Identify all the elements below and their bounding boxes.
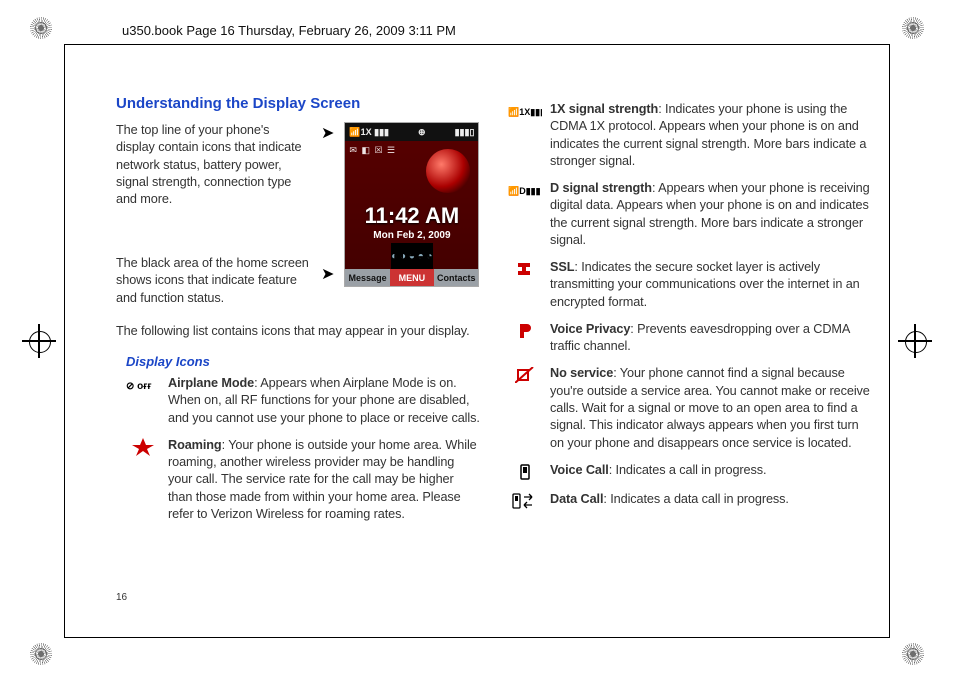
ssl-icon bbox=[508, 260, 542, 278]
entry-noservice: No service: Your phone cannot find a sig… bbox=[508, 365, 872, 451]
column-left: Understanding the Display Screen The top… bbox=[116, 95, 480, 533]
roaming-icon bbox=[126, 438, 160, 456]
intro-3: The following list contains icons that m… bbox=[116, 323, 480, 340]
entry-text: No service: Your phone cannot find a sig… bbox=[550, 365, 872, 451]
entry-text: SSL: Indicates the secure socket layer i… bbox=[550, 259, 872, 311]
entry-1x: 📶1X▮▮▮ 1X signal strength: Indicates you… bbox=[508, 101, 872, 170]
intro-1: The top line of your phone's display con… bbox=[116, 122, 311, 208]
phone-feature-bar: ◐ ◑ ◒ ◓ ◔ bbox=[391, 243, 432, 269]
page-number: 16 bbox=[116, 592, 127, 603]
phone-time: 11:42 AM bbox=[365, 203, 460, 229]
entry-text: Voice Call: Indicates a call in progress… bbox=[550, 462, 872, 479]
arrow-icon: ➤ bbox=[321, 126, 334, 142]
no-service-icon bbox=[508, 366, 542, 384]
book-header: u350.book Page 16 Thursday, February 26,… bbox=[122, 23, 456, 38]
intro-2: The black area of the home screen shows … bbox=[116, 255, 311, 307]
entry-text: Data Call: Indicates a data call in prog… bbox=[550, 491, 872, 508]
section-title: Understanding the Display Screen bbox=[116, 95, 480, 112]
phone-date: Mon Feb 2, 2009 bbox=[373, 230, 450, 241]
phone-status-bar: 📶1X ▮▮▮ ⊕ ▮▮▮▯ bbox=[345, 123, 478, 141]
entry-vp: Voice Privacy: Prevents eavesdropping ov… bbox=[508, 321, 872, 356]
entry-text: 1X signal strength: Indicates your phone… bbox=[550, 101, 872, 170]
signal-1x-icon: 📶1X▮▮▮ bbox=[508, 102, 542, 120]
rule-right bbox=[889, 44, 890, 638]
cross-right bbox=[898, 324, 932, 358]
voice-privacy-icon bbox=[508, 322, 542, 340]
entry-text: Airplane Mode: Appears when Airplane Mod… bbox=[168, 375, 480, 427]
status-right: ▮▮▮▯ bbox=[455, 127, 475, 138]
phone-home: ✉ ◧ ☒ ☰ 11:42 AM Mon Feb 2, 2009 ◐ ◑ ◒ ◓… bbox=[345, 141, 478, 269]
phone-notif-icons: ✉ ◧ ☒ ☰ bbox=[349, 145, 396, 156]
page: u350.book Page 16 Thursday, February 26,… bbox=[0, 0, 954, 682]
entry-airplane: ⊘ oғғ Airplane Mode: Appears when Airpla… bbox=[126, 375, 480, 427]
svg-text:📶D▮▮▮: 📶D▮▮▮ bbox=[508, 185, 541, 196]
entry-text: Roaming: Your phone is outside your home… bbox=[168, 437, 480, 523]
ornament-bl bbox=[30, 643, 52, 665]
rule-bottom bbox=[64, 637, 890, 638]
entry-datacall: Data Call: Indicates a data call in prog… bbox=[508, 491, 872, 510]
status-left: 📶1X ▮▮▮ bbox=[349, 127, 389, 138]
airplane-mode-icon: ⊘ oғғ bbox=[126, 376, 160, 394]
phone-softkeys: Message MENU Contacts bbox=[345, 269, 478, 286]
ornament-tl bbox=[30, 17, 52, 39]
wallpaper-orb bbox=[426, 149, 470, 193]
subheading: Display Icons bbox=[126, 354, 480, 369]
entry-ssl: SSL: Indicates the secure socket layer i… bbox=[508, 259, 872, 311]
voice-call-icon bbox=[508, 463, 542, 481]
svg-text:⊘ oғғ: ⊘ oғғ bbox=[126, 381, 152, 392]
softkey-menu: MENU bbox=[390, 269, 434, 286]
ornament-br bbox=[902, 643, 924, 665]
cross-left bbox=[22, 324, 56, 358]
content: Understanding the Display Screen The top… bbox=[116, 95, 872, 533]
entry-text: Voice Privacy: Prevents eavesdropping ov… bbox=[550, 321, 872, 356]
rule-top bbox=[64, 44, 890, 45]
ornament-tr bbox=[902, 17, 924, 39]
arrow-icon: ➤ bbox=[321, 267, 334, 283]
data-call-icon bbox=[508, 492, 542, 510]
phone-mock: 📶1X ▮▮▮ ⊕ ▮▮▮▯ ✉ ◧ ☒ ☰ 11:42 AM Mon Feb … bbox=[344, 122, 479, 287]
signal-d-icon: 📶D▮▮▮ bbox=[508, 181, 542, 199]
softkey-right: Contacts bbox=[434, 269, 478, 286]
entry-roaming: Roaming: Your phone is outside your home… bbox=[126, 437, 480, 523]
entry-voicecall: Voice Call: Indicates a call in progress… bbox=[508, 462, 872, 481]
entry-d: 📶D▮▮▮ D signal strength: Appears when yo… bbox=[508, 180, 872, 249]
rule-left bbox=[64, 44, 65, 638]
softkey-left: Message bbox=[345, 269, 389, 286]
entry-text: D signal strength: Appears when your pho… bbox=[550, 180, 872, 249]
status-mid: ⊕ bbox=[418, 127, 426, 138]
svg-text:📶1X▮▮▮: 📶1X▮▮▮ bbox=[508, 106, 542, 117]
column-right: 📶1X▮▮▮ 1X signal strength: Indicates you… bbox=[508, 95, 872, 533]
